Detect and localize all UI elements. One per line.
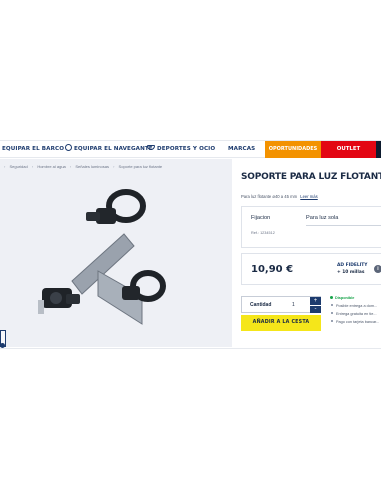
fidelity-title: AD FIDELITY: [337, 263, 368, 268]
availability-note-text: Posible entrega a dom...: [336, 304, 378, 308]
nav-item-marcas[interactable]: MARCAS: [228, 141, 255, 158]
section-divider: [0, 348, 381, 349]
nav-item-more[interactable]: [376, 141, 381, 158]
breadcrumb-item[interactable]: Señales luminosas: [75, 164, 109, 169]
availability-panel: Disponible Posible entrega a dom... Entr…: [330, 296, 381, 328]
status-dot-icon: [330, 296, 333, 299]
breadcrumb: › Seguridad › Hombre al agua › Señales l…: [4, 164, 165, 169]
bullet-icon: [331, 304, 333, 306]
breadcrumb-separator: ›: [31, 164, 34, 169]
product-title: SOPORTE PARA LUZ FLOTANTE: [241, 172, 381, 182]
bullet-icon: [331, 312, 333, 314]
nav-label: EQUIPAR EL NAVEGANTE: [74, 146, 153, 152]
availability-status-text: Disponible: [335, 296, 355, 300]
availability-status: Disponible: [330, 296, 381, 304]
subtitle-text: Para luz flotante ø40 a 45 mm: [241, 194, 298, 199]
availability-note-text: Entrega gratuita en tie...: [336, 312, 377, 316]
breadcrumb-separator: ›: [113, 164, 115, 169]
spec-label: Fijacion: [251, 215, 271, 221]
product-reference: Ref.: 1234512: [251, 231, 275, 235]
quantity-stepper: Cantidad 1 + -: [241, 296, 321, 313]
breadcrumb-item[interactable]: Seguridad: [9, 164, 27, 169]
main-nav: EQUIPAR EL BARCO EQUIPAR EL NAVEGANTE DE…: [0, 140, 381, 158]
quantity-input[interactable]: 1: [292, 302, 295, 308]
breadcrumb-item-current: Soporte para luz flotante: [118, 164, 163, 169]
info-icon[interactable]: i: [374, 265, 381, 273]
product-gallery: › Seguridad › Hombre al agua › Señales l…: [0, 159, 232, 347]
boat-icon: [147, 145, 155, 150]
spec-underline: [306, 225, 381, 226]
spec-value-select[interactable]: Para luz sola: [306, 215, 338, 221]
breadcrumb-separator: ›: [69, 164, 72, 169]
breadcrumb-separator: ›: [4, 164, 6, 169]
nav-label: MARCAS: [228, 146, 256, 152]
quantity-minus-button[interactable]: -: [310, 305, 321, 313]
bullet-icon: [331, 320, 333, 322]
page: { "nav": { "items": [ {"label": "EQUIPAR…: [0, 0, 381, 492]
read-more-link[interactable]: Leer más: [300, 194, 317, 199]
nav-label: DEPORTES Y OCIO: [157, 146, 216, 152]
fidelity-miles: + 10 millas: [337, 270, 365, 275]
nav-item-oportunidades[interactable]: OPORTUNIDADES: [265, 141, 321, 158]
nav-item-equipar-barco[interactable]: EQUIPAR EL BARCO: [2, 141, 64, 158]
nav-label: EQUIPAR EL BARCO: [2, 146, 65, 152]
availability-note: Posible entrega a dom...: [330, 304, 381, 312]
nav-item-equipar-navegante[interactable]: EQUIPAR EL NAVEGANTE: [65, 141, 153, 158]
availability-note: Entrega gratuita en tie...: [330, 312, 381, 320]
nav-item-deportes-ocio[interactable]: DEPORTES Y OCIO: [147, 141, 215, 158]
spec-box: Fijacion Para luz sola Ref.: 1234512: [241, 206, 381, 248]
scroll-indicator-icon[interactable]: [0, 343, 5, 348]
quantity-label: Cantidad: [250, 302, 272, 308]
product-price: 10,90 €: [251, 264, 294, 275]
product-image[interactable]: [38, 176, 218, 336]
quantity-plus-button[interactable]: +: [310, 297, 321, 305]
nav-item-outlet[interactable]: OUTLET: [321, 141, 376, 158]
availability-note: Pago con tarjeta bancar...: [330, 320, 381, 328]
add-to-cart-button[interactable]: AÑADIR A LA CESTA: [241, 315, 321, 331]
breadcrumb-item[interactable]: Hombre al agua: [37, 164, 65, 169]
person-icon: [65, 144, 72, 151]
availability-note-text: Pago con tarjeta bancar...: [336, 320, 380, 324]
price-box: 10,90 € AD FIDELITY + 10 millas i: [241, 253, 381, 285]
product-subtitle: Para luz flotante ø40 a 45 mm Leer más: [241, 194, 318, 199]
